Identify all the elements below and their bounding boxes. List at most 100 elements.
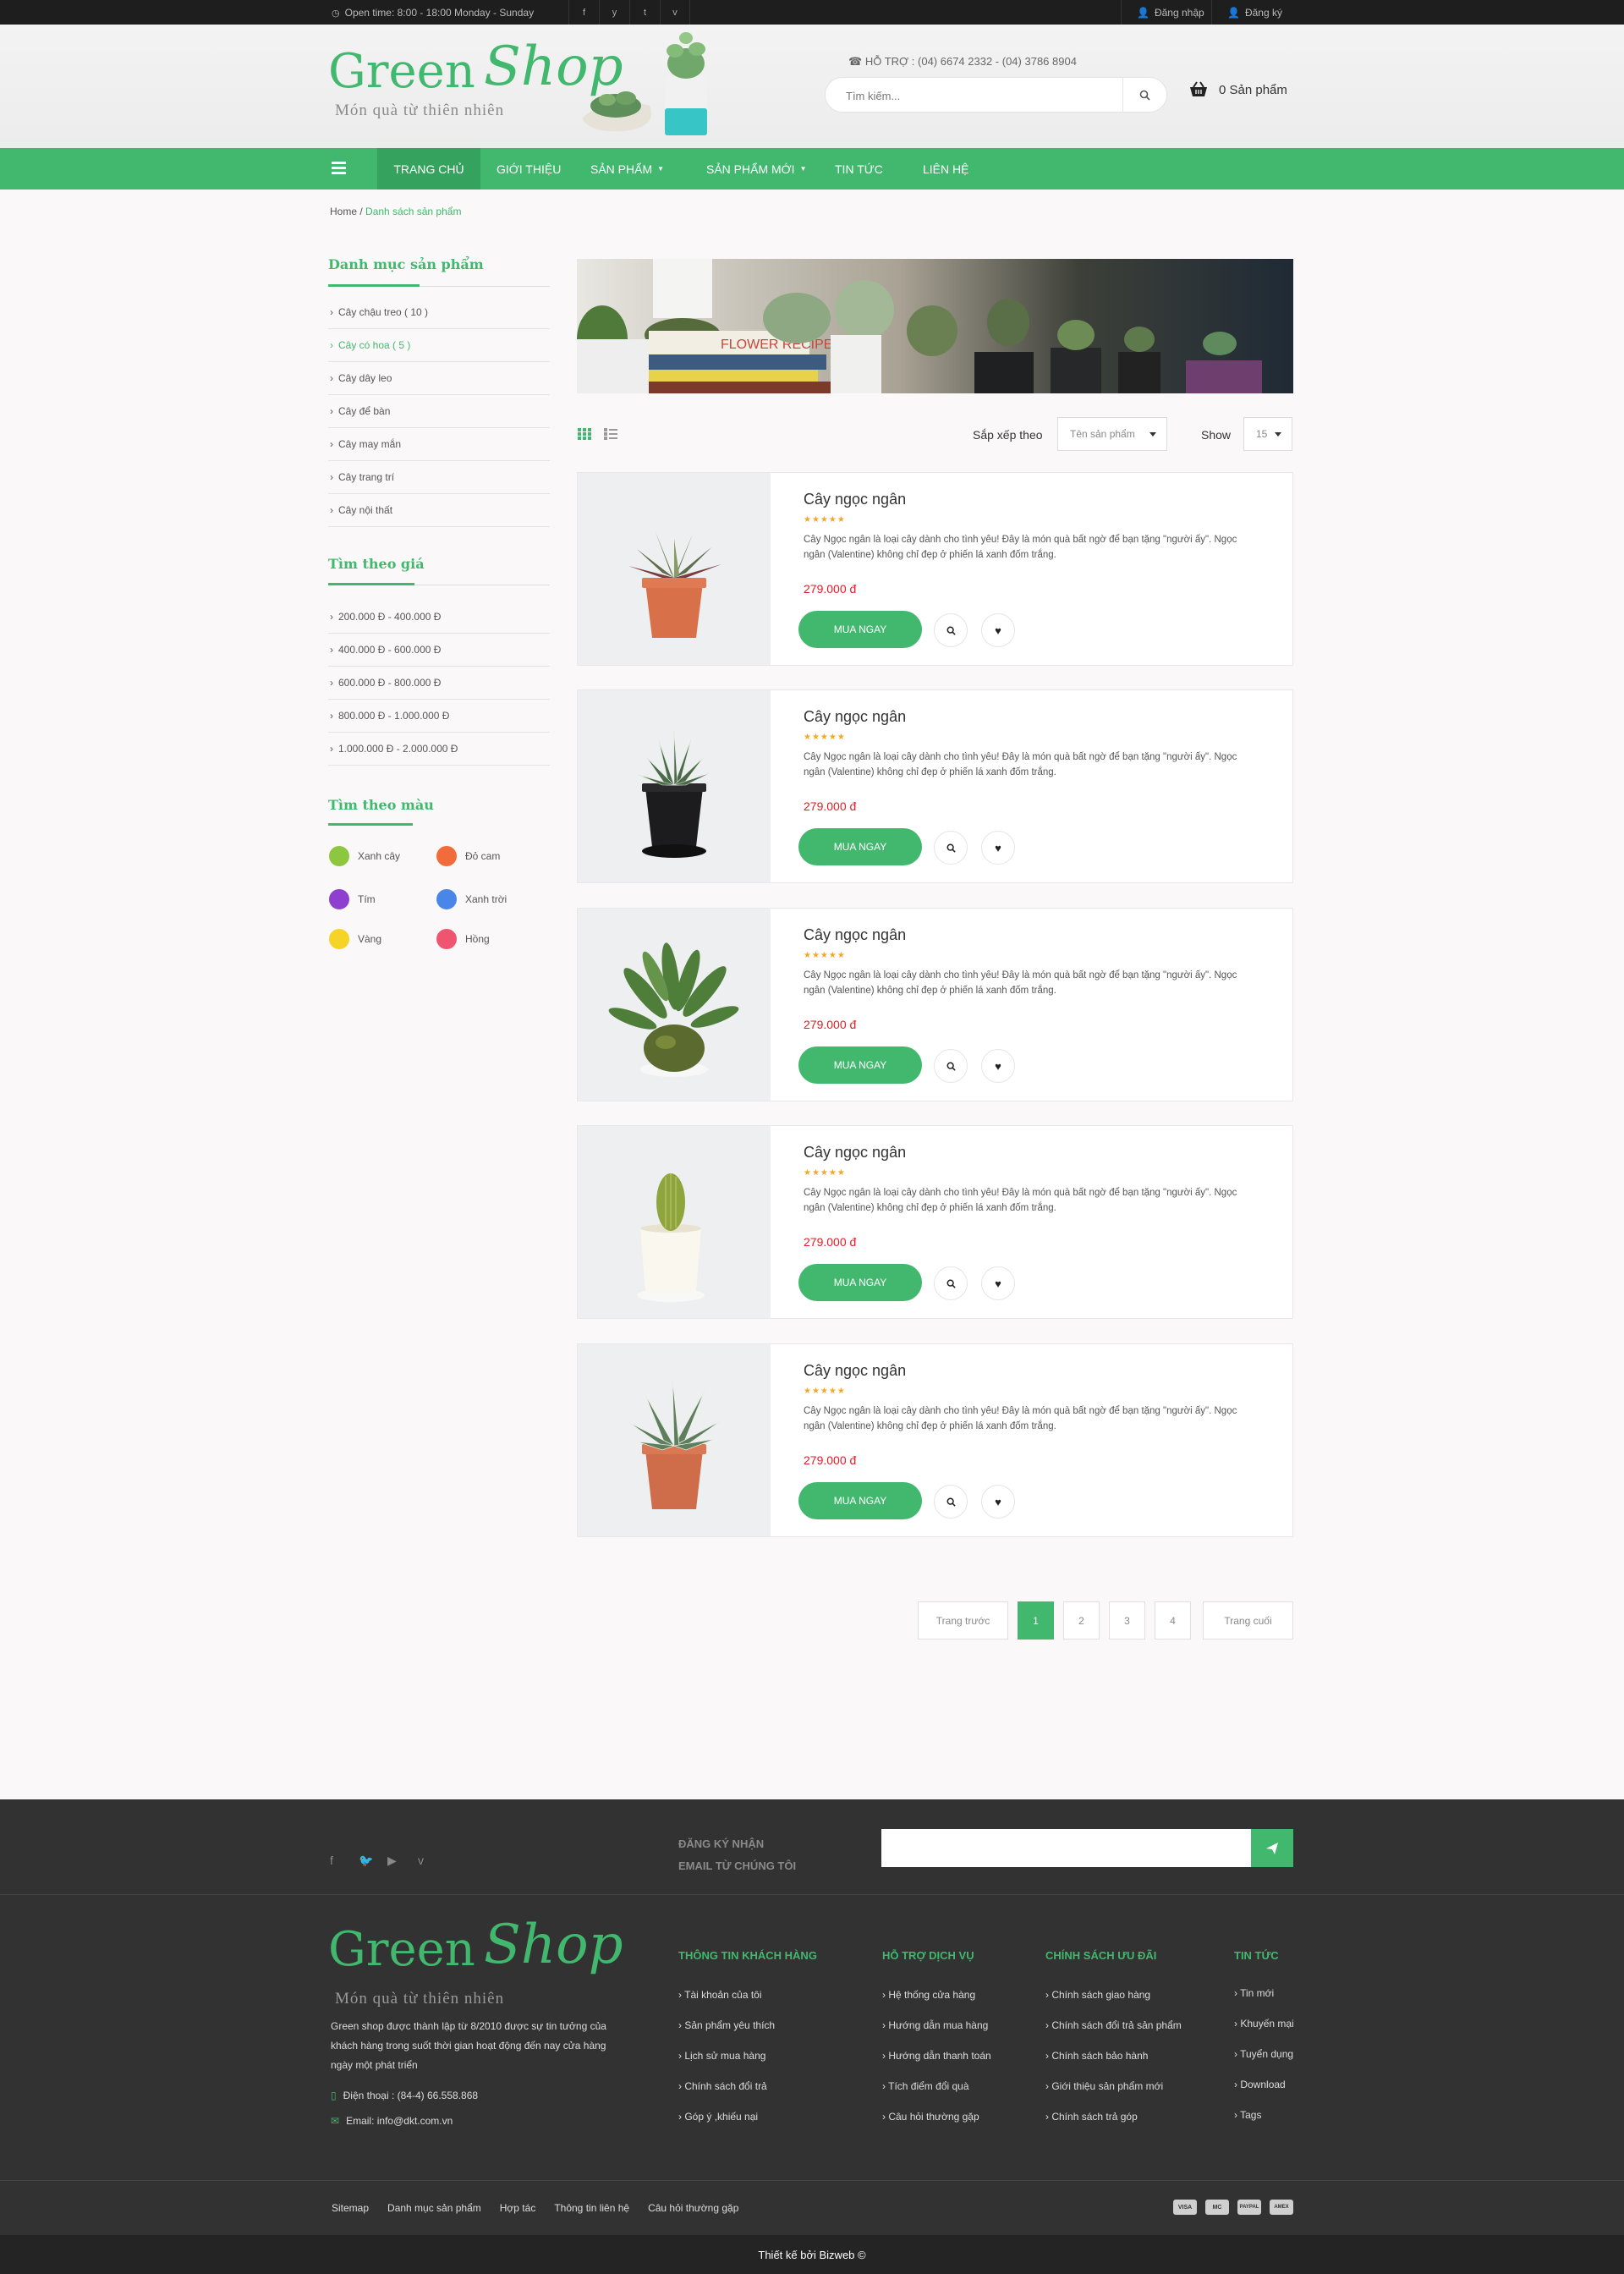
buy-now-button[interactable]: MUA NGAY bbox=[798, 828, 922, 865]
footer-link[interactable]: › Chính sách đổi trả bbox=[678, 2080, 775, 2092]
pagination-page[interactable]: 1 bbox=[1018, 1601, 1054, 1640]
quick-view-button[interactable] bbox=[934, 1266, 968, 1300]
wishlist-button[interactable]: ♥ bbox=[981, 1049, 1015, 1083]
footer-link[interactable]: › Hệ thống cửa hàng bbox=[882, 1989, 991, 2001]
pagination-page[interactable]: 3 bbox=[1109, 1601, 1145, 1640]
footer-link[interactable]: › Giới thiệu sản phẩm mới bbox=[1045, 2080, 1182, 2092]
footer-link[interactable]: › Câu hỏi thường gặp bbox=[882, 2111, 991, 2123]
product-name[interactable]: Cây ngọc ngân bbox=[804, 926, 906, 944]
price-filter-item[interactable]: › 200.000 Đ - 400.000 Đ bbox=[328, 601, 550, 634]
wishlist-button[interactable]: ♥ bbox=[981, 831, 1015, 865]
price-filter-item[interactable]: › 1.000.000 Đ - 2.000.000 Đ bbox=[328, 733, 550, 766]
color-filter-pink[interactable]: Hồng bbox=[436, 929, 490, 949]
buy-now-button[interactable]: MUA NGAY bbox=[798, 1264, 922, 1301]
wishlist-button[interactable]: ♥ bbox=[981, 613, 1015, 647]
show-select[interactable]: 15 bbox=[1243, 417, 1292, 451]
color-filter-blue[interactable]: Xanh trời bbox=[436, 889, 507, 909]
list-view-toggle[interactable] bbox=[604, 428, 617, 444]
quick-view-button[interactable] bbox=[934, 1049, 968, 1083]
price-filter-item[interactable]: › 600.000 Đ - 800.000 Đ bbox=[328, 667, 550, 700]
product-name[interactable]: Cây ngọc ngân bbox=[804, 491, 906, 508]
nav-item-new-products[interactable]: SẢN PHẨM MỚI ▼ bbox=[706, 148, 807, 190]
color-filter-yellow[interactable]: Vàng bbox=[329, 929, 381, 949]
product-image[interactable] bbox=[578, 473, 771, 665]
price-filter-item[interactable]: › 800.000 Đ - 1.000.000 Đ bbox=[328, 700, 550, 733]
facebook-icon[interactable]: f bbox=[568, 0, 599, 25]
search-input[interactable] bbox=[846, 86, 1100, 105]
buy-now-button[interactable]: MUA NGAY bbox=[798, 611, 922, 648]
menu-icon[interactable] bbox=[332, 162, 346, 174]
footer-logo[interactable]: Green Shop Món quà từ thiên nhiên bbox=[328, 1914, 623, 2008]
newsletter-submit-button[interactable] bbox=[1251, 1829, 1293, 1867]
newsletter-email-input[interactable] bbox=[881, 1829, 1251, 1867]
category-item[interactable]: › Cây nội thất bbox=[328, 494, 550, 527]
footer-bottom-link[interactable]: Câu hỏi thường gặp bbox=[648, 2202, 738, 2214]
nav-item-about[interactable]: GIỚI THIỆU bbox=[497, 148, 561, 190]
product-image[interactable] bbox=[578, 1344, 771, 1536]
pagination-prev[interactable]: Trang trước bbox=[918, 1601, 1008, 1640]
footer-bottom-link[interactable]: Thông tin liên hệ bbox=[554, 2202, 629, 2214]
pagination-page[interactable]: 2 bbox=[1063, 1601, 1100, 1640]
nav-item-home[interactable]: TRANG CHỦ bbox=[377, 148, 480, 190]
pagination-page[interactable]: 4 bbox=[1155, 1601, 1191, 1640]
vimeo-icon[interactable]: v bbox=[418, 1854, 424, 1867]
wishlist-button[interactable]: ♥ bbox=[981, 1266, 1015, 1300]
buy-now-button[interactable]: MUA NGAY bbox=[798, 1046, 922, 1084]
category-item[interactable]: › Cây chậu treo ( 10 ) bbox=[328, 296, 550, 329]
register-link[interactable]: 👤 Đăng ký bbox=[1211, 0, 1298, 25]
product-name[interactable]: Cây ngọc ngân bbox=[804, 708, 906, 726]
quick-view-button[interactable] bbox=[934, 831, 968, 865]
category-item[interactable]: › Cây có hoa ( 5 ) bbox=[328, 329, 550, 362]
footer-link[interactable]: › Lịch sử mua hàng bbox=[678, 2050, 775, 2062]
footer-link[interactable]: › Tags bbox=[1234, 2109, 1294, 2121]
footer-link[interactable]: › Chính sách trả góp bbox=[1045, 2111, 1182, 2123]
color-filter-green[interactable]: Xanh cây bbox=[329, 846, 400, 866]
product-image[interactable] bbox=[578, 1126, 771, 1318]
footer-link[interactable]: › Góp ý ,khiếu nại bbox=[678, 2111, 775, 2123]
facebook-icon[interactable]: f bbox=[330, 1854, 333, 1867]
wishlist-button[interactable]: ♥ bbox=[981, 1485, 1015, 1519]
category-item[interactable]: › Cây trang trí bbox=[328, 461, 550, 494]
footer-bottom-link[interactable]: Sitemap bbox=[332, 2202, 369, 2214]
footer-link[interactable]: › Tin mới bbox=[1234, 1987, 1294, 1999]
youtube-icon[interactable]: ▶ bbox=[387, 1854, 397, 1868]
cart-link[interactable]: 0 Sản phẩm bbox=[1188, 81, 1287, 98]
footer-link[interactable]: › Sản phẩm yêu thích bbox=[678, 2019, 775, 2031]
product-name[interactable]: Cây ngọc ngân bbox=[804, 1362, 906, 1380]
nav-item-news[interactable]: TIN TỨC bbox=[835, 148, 883, 190]
site-logo[interactable]: Green Shop Món quà từ thiên nhiên bbox=[328, 36, 623, 127]
nav-item-products[interactable]: SẢN PHẨM ▼ bbox=[590, 148, 664, 190]
footer-link[interactable]: › Khuyến mại bbox=[1234, 2018, 1294, 2030]
category-item[interactable]: › Cây để bàn bbox=[328, 395, 550, 428]
search-button[interactable] bbox=[1122, 78, 1166, 112]
footer-link[interactable]: › Chính sách giao hàng bbox=[1045, 1989, 1182, 2001]
footer-link[interactable]: › Download bbox=[1234, 2079, 1294, 2090]
color-filter-orange[interactable]: Đỏ cam bbox=[436, 846, 500, 866]
quick-view-button[interactable] bbox=[934, 613, 968, 647]
quick-view-button[interactable] bbox=[934, 1485, 968, 1519]
price-filter-item[interactable]: › 400.000 Đ - 600.000 Đ bbox=[328, 634, 550, 667]
product-name[interactable]: Cây ngọc ngân bbox=[804, 1144, 906, 1162]
footer-link[interactable]: › Chính sách bảo hành bbox=[1045, 2050, 1182, 2062]
footer-link[interactable]: › Hướng dẫn thanh toán bbox=[882, 2050, 991, 2062]
category-item[interactable]: › Cây may mắn bbox=[328, 428, 550, 461]
color-filter-purple[interactable]: Tím bbox=[329, 889, 376, 909]
login-link[interactable]: 👤 Đăng nhập bbox=[1121, 0, 1220, 25]
grid-view-toggle[interactable] bbox=[578, 428, 591, 444]
buy-now-button[interactable]: MUA NGAY bbox=[798, 1482, 922, 1519]
breadcrumb-home[interactable]: Home bbox=[330, 206, 357, 217]
product-image[interactable] bbox=[578, 909, 771, 1101]
footer-bottom-link[interactable]: Danh mục sản phẩm bbox=[387, 2202, 481, 2214]
nav-item-contact[interactable]: LIÊN HỆ bbox=[923, 148, 968, 190]
tumblr-icon[interactable]: t bbox=[629, 0, 660, 25]
twitter-icon[interactable]: y bbox=[599, 0, 629, 25]
footer-link[interactable]: › Hướng dẫn mua hàng bbox=[882, 2019, 991, 2031]
footer-link[interactable]: › Chính sách đổi trả sản phẩm bbox=[1045, 2019, 1182, 2031]
footer-link[interactable]: › Tích điểm đổi quà bbox=[882, 2080, 991, 2092]
category-item[interactable]: › Cây dây leo bbox=[328, 362, 550, 395]
pagination-next[interactable]: Trang cuối bbox=[1203, 1601, 1293, 1640]
footer-link[interactable]: › Tài khoản của tôi bbox=[678, 1989, 775, 2001]
twitter-icon[interactable]: 🐦 bbox=[359, 1854, 373, 1868]
product-image[interactable] bbox=[578, 690, 771, 882]
footer-bottom-link[interactable]: Hợp tác bbox=[500, 2202, 536, 2214]
